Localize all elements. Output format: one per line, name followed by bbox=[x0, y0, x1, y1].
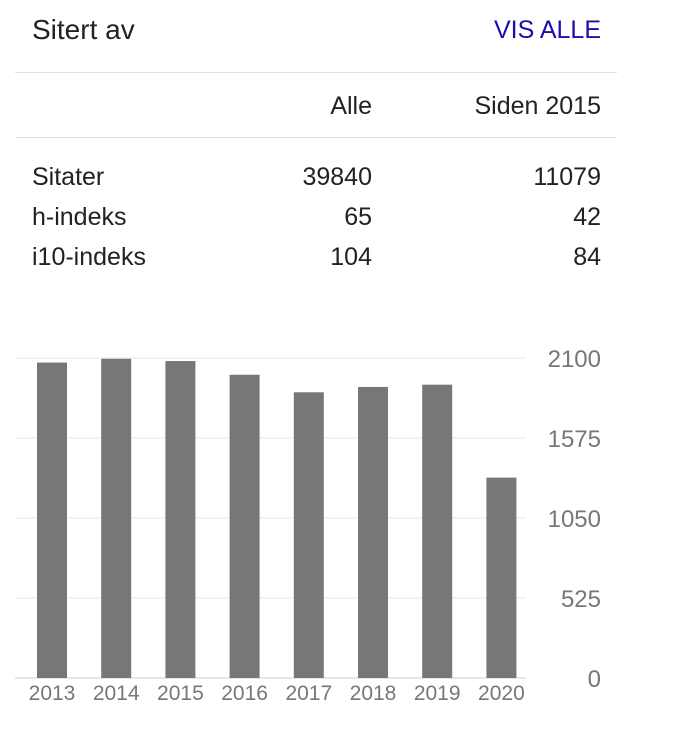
cited-by-title: Sitert av bbox=[32, 14, 135, 45]
x-tick-label: 2013 bbox=[29, 682, 76, 705]
y-tick-label: 525 bbox=[561, 586, 601, 613]
y-tick-label: 1050 bbox=[548, 506, 601, 533]
row-label[interactable]: h-indeks bbox=[32, 197, 127, 237]
y-tick-label: 0 bbox=[588, 666, 601, 693]
x-tick-label: 2020 bbox=[478, 682, 525, 705]
y-tick-label: 2100 bbox=[548, 346, 601, 373]
x-tick-label: 2015 bbox=[157, 682, 204, 705]
bar-2016[interactable] bbox=[229, 374, 260, 678]
bar-2014[interactable] bbox=[101, 358, 132, 678]
row-label[interactable]: Sitater bbox=[32, 157, 104, 197]
bar-2013[interactable] bbox=[37, 362, 67, 678]
x-tick-label: 2017 bbox=[285, 682, 332, 705]
table-header-divider bbox=[15, 137, 617, 138]
x-tick-label: 2014 bbox=[93, 682, 140, 705]
bar-2020[interactable] bbox=[486, 477, 517, 678]
table-row-citations: Sitater 39840 11079 bbox=[32, 157, 601, 197]
table-row-i10-index: i10-indeks 104 84 bbox=[32, 237, 601, 277]
row-value-since: 84 bbox=[573, 243, 601, 271]
row-label[interactable]: i10-indeks bbox=[32, 237, 146, 277]
view-all-link[interactable]: VIS ALLE bbox=[494, 12, 601, 48]
citations-bar-chart: 0 525 1050 1575 2100 2013 2014 2015 2016 2017 2018… bbox=[15, 346, 601, 705]
row-value-all: 104 bbox=[330, 243, 372, 271]
header-divider bbox=[15, 72, 617, 73]
column-header-since: Siden 2015 bbox=[474, 92, 601, 120]
table-row-h-index: h-indeks 65 42 bbox=[32, 197, 601, 237]
bar-2015[interactable] bbox=[165, 361, 196, 678]
row-value-since: 42 bbox=[573, 203, 601, 231]
row-value-all: 65 bbox=[344, 203, 372, 231]
bar-2018[interactable] bbox=[358, 386, 388, 678]
x-tick-label: 2018 bbox=[350, 682, 397, 705]
cited-by-header: Sitert av VIS ALLE bbox=[32, 12, 601, 48]
bar-2017[interactable] bbox=[293, 392, 324, 678]
bar-2019[interactable] bbox=[422, 384, 453, 678]
column-header-all: Alle bbox=[330, 92, 372, 120]
row-value-all: 39840 bbox=[302, 163, 372, 191]
y-tick-label: 1575 bbox=[548, 426, 601, 453]
x-tick-label: 2019 bbox=[414, 682, 461, 705]
x-tick-label: 2016 bbox=[221, 682, 268, 705]
row-value-since: 11079 bbox=[533, 163, 601, 191]
